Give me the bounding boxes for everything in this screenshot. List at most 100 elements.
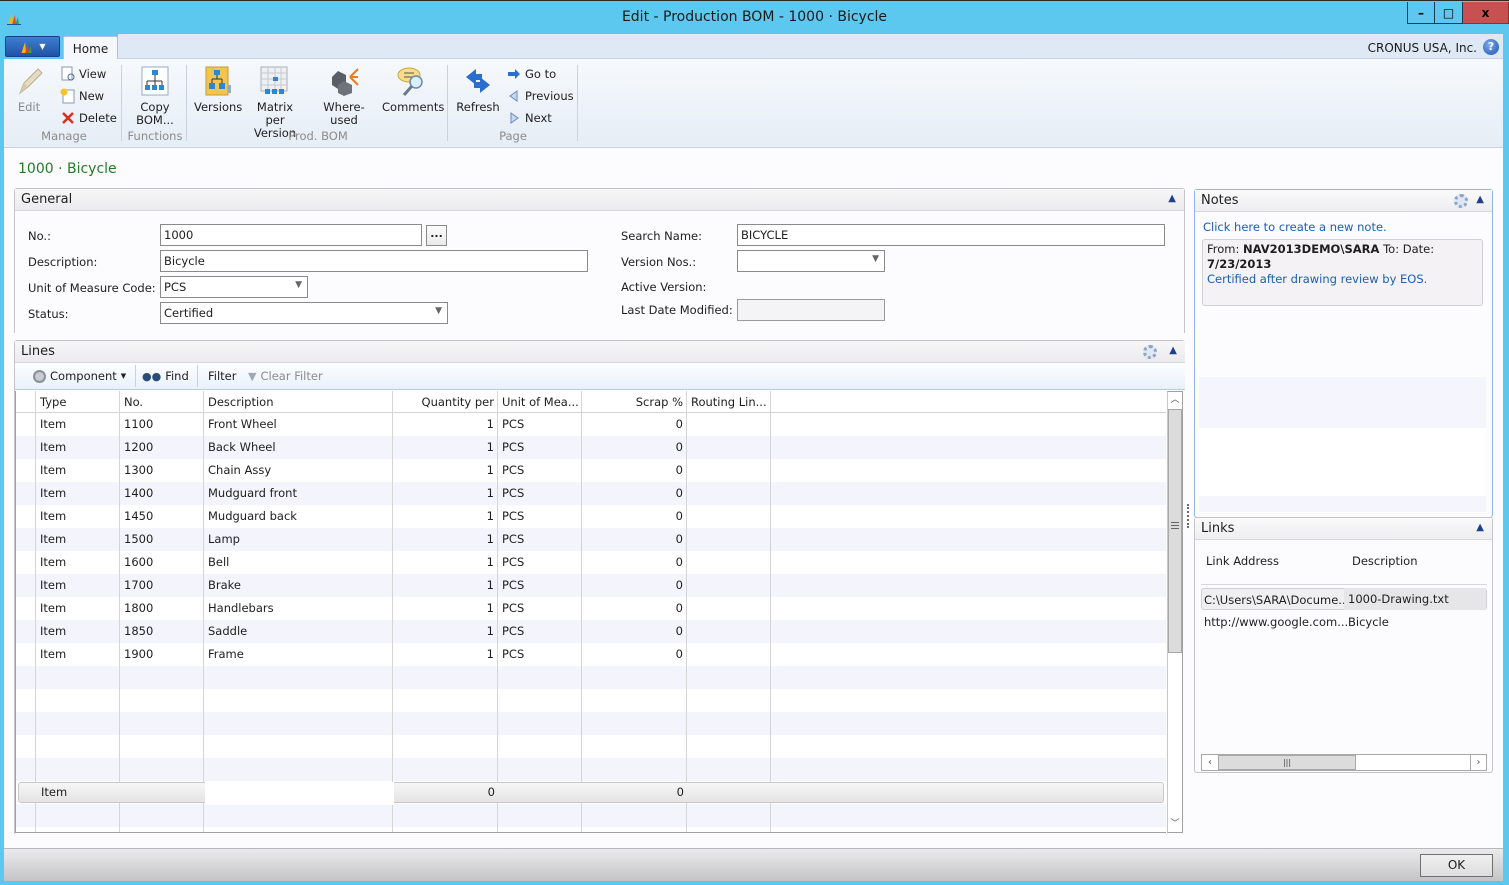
cell-qty[interactable]: 1 [393,643,498,666]
cell-uom[interactable]: PCS [498,597,582,620]
cell-scrap[interactable]: 0 [582,528,687,551]
scroll-left-icon[interactable]: ‹ [1202,755,1218,770]
chevron-up-icon[interactable]: ▲ [1168,193,1176,204]
cell-scrap[interactable]: 0 [582,459,687,482]
cell-scrap[interactable]: 0 [582,597,687,620]
column-header-no[interactable]: No. [120,391,204,414]
cell-description[interactable]: Mudguard back [204,505,393,528]
table-row[interactable] [16,689,1166,712]
delete-button[interactable]: Delete [60,109,117,127]
find-button[interactable]: ●● Find [142,369,189,383]
tab-home[interactable]: Home [63,36,118,59]
where-used-button[interactable]: Where-used [310,65,378,127]
chevron-up-icon[interactable]: ▲ [1476,194,1484,205]
table-row[interactable]: Item 1800 Handlebars 1 PCS 0 [16,597,1166,620]
cell-no[interactable]: 1500 [120,528,204,551]
table-row[interactable]: Item 1100 Front Wheel 1 PCS 0 [16,413,1166,436]
status-select[interactable]: Certified ▼ [160,302,448,324]
next-button[interactable]: Next [506,109,552,127]
cell-type[interactable]: Item [36,459,120,482]
cell-routing[interactable] [687,482,771,505]
cell-qty[interactable]: 1 [393,505,498,528]
cell-description[interactable]: Back Wheel [204,436,393,459]
cell-uom[interactable]: PCS [498,551,582,574]
table-row[interactable] [16,758,1166,781]
cell-uom[interactable]: PCS [498,574,582,597]
table-row[interactable] [16,712,1166,735]
cell-routing[interactable] [687,505,771,528]
cell-type[interactable]: Item [36,574,120,597]
scroll-thumb[interactable]: ||| [1218,755,1356,770]
cell-qty[interactable]: 1 [393,574,498,597]
cell-description[interactable]: Saddle [204,620,393,643]
cell-type[interactable]: Item [36,551,120,574]
cell-qty[interactable]: 1 [393,528,498,551]
go-to-button[interactable]: Go to [506,65,556,83]
column-header-scrap[interactable]: Scrap % [582,391,687,414]
scroll-down-icon[interactable]: ﹀ [1168,816,1182,832]
table-row[interactable]: Item 1400 Mudguard front 1 PCS 0 [16,482,1166,505]
view-button[interactable]: View [60,65,106,83]
column-header-uom[interactable]: Unit of Mea... [498,391,582,414]
cell-uom[interactable]: PCS [498,459,582,482]
cell-routing[interactable] [687,459,771,482]
cell-uom[interactable]: PCS [498,528,582,551]
cell-routing[interactable] [687,551,771,574]
assist-edit-button[interactable]: ... [426,225,447,246]
cell-routing[interactable] [687,620,771,643]
links-column-link-address[interactable]: Link Address [1206,554,1279,568]
gear-icon[interactable] [1143,345,1157,359]
table-row[interactable] [16,804,1166,827]
cell-routing[interactable] [687,597,771,620]
cell-uom[interactable]: PCS [498,505,582,528]
cell-qty[interactable]: 1 [393,620,498,643]
cell-type[interactable]: Item [36,482,120,505]
new-line-type[interactable]: Item [37,781,121,804]
cell-no[interactable]: 1100 [120,413,204,436]
cell-no[interactable]: 1400 [120,482,204,505]
search-name-input[interactable] [737,224,1165,246]
cell-type[interactable]: Item [36,643,120,666]
cell-type[interactable]: Item [36,505,120,528]
cell-qty[interactable]: 1 [393,551,498,574]
copy-bom-button[interactable]: Copy BOM... [132,65,178,127]
clear-filter-button[interactable]: ▼ Clear Filter [248,369,323,383]
cell-description[interactable]: Lamp [204,528,393,551]
cell-qty[interactable]: 1 [393,597,498,620]
cell-no[interactable]: 1300 [120,459,204,482]
table-row[interactable]: Item 1850 Saddle 1 PCS 0 [16,620,1166,643]
lines-vertical-scrollbar[interactable]: ︿ ﹀ [1167,391,1183,833]
refresh-button[interactable]: Refresh [456,65,500,114]
cell-description[interactable]: Handlebars [204,597,393,620]
links-horizontal-scrollbar[interactable]: ‹ ||| › [1201,754,1487,771]
new-button[interactable]: New [60,87,104,105]
cell-no[interactable]: 1800 [120,597,204,620]
cell-uom[interactable]: PCS [498,643,582,666]
chevron-up-icon[interactable]: ▲ [1476,522,1484,533]
component-menu-button[interactable]: Component ▼ [33,369,126,383]
application-menu-button[interactable]: ▼ [5,36,60,57]
no-input[interactable] [160,224,422,246]
cell-scrap[interactable]: 0 [582,643,687,666]
cell-scrap[interactable]: 0 [582,620,687,643]
filter-button[interactable]: Filter [208,369,236,383]
new-line-row[interactable]: Item 0 0 [18,781,1164,805]
table-row[interactable]: Item 1900 Frame 1 PCS 0 [16,643,1166,666]
cell-qty[interactable]: 1 [393,413,498,436]
cell-qty[interactable]: 1 [393,459,498,482]
pane-splitter-handle[interactable] [1187,504,1190,528]
cell-uom[interactable]: PCS [498,413,582,436]
cell-description[interactable]: Front Wheel [204,413,393,436]
create-note-link[interactable]: Click here to create a new note. [1203,220,1387,234]
column-header-type[interactable]: Type [36,391,120,414]
cell-description[interactable]: Frame [204,643,393,666]
cell-no[interactable]: 1450 [120,505,204,528]
cell-routing[interactable] [687,413,771,436]
help-icon[interactable]: ? [1483,39,1499,55]
description-input[interactable] [160,250,588,272]
new-line-scrap[interactable]: 0 [583,781,688,804]
lines-header[interactable]: Lines ▲ [15,341,1185,363]
column-header-routing[interactable]: Routing Lin... [687,391,771,414]
table-row[interactable]: Item 1200 Back Wheel 1 PCS 0 [16,436,1166,459]
table-row[interactable] [16,666,1166,689]
